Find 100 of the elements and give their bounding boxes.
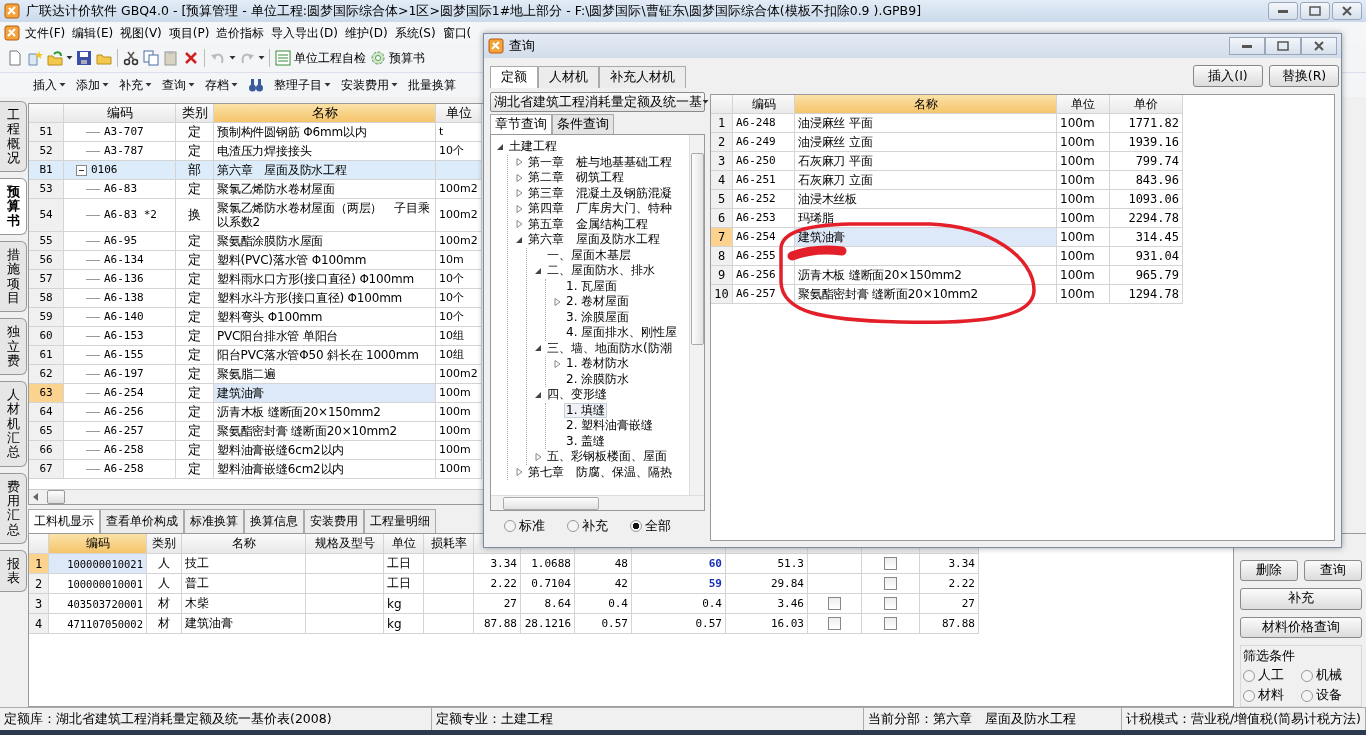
tree-item[interactable]: 4. 屋面排水、刚性屋 — [564, 325, 680, 341]
tree-item[interactable]: 第四章 厂库房大门、特种 — [526, 201, 674, 217]
side-tab[interactable]: 工程概况 — [0, 101, 27, 173]
panel-button[interactable]: 材料价格查询 — [1240, 616, 1362, 638]
table-cell: A6-248 — [733, 114, 795, 133]
column-header[interactable]: 名称 — [795, 95, 1057, 114]
radio-button[interactable]: 补充 — [567, 517, 608, 535]
column-header[interactable]: 编码 — [64, 104, 176, 123]
menu-item[interactable]: 项目(P) — [166, 22, 212, 44]
column-header[interactable]: 单价 — [1110, 95, 1183, 114]
side-tab[interactable]: 人材机汇总 — [0, 381, 27, 467]
column-header[interactable]: 规格及型号 — [306, 534, 384, 554]
menu-item[interactable]: 视图(V) — [118, 22, 164, 44]
tree-item[interactable]: 第一章 桩与地基基础工程 — [526, 154, 674, 170]
column-header[interactable]: 类别 — [176, 104, 214, 123]
tab[interactable]: 定额 — [490, 66, 538, 88]
toolbar-menu[interactable]: 批量换算 — [405, 75, 459, 95]
table-cell: 3.34 — [920, 554, 979, 574]
side-tab[interactable]: 费用汇总 — [0, 472, 27, 544]
delete-button[interactable]: 删除 — [1240, 560, 1298, 581]
tree-item[interactable]: 三、墙、地面防水(防潮 — [545, 340, 674, 356]
side-tab[interactable]: 预算书 — [0, 178, 27, 236]
tree-item[interactable]: 2. 卷材屋面 — [564, 294, 632, 310]
table-cell: 人 — [147, 574, 182, 594]
tree-item[interactable]: 土建工程 — [507, 139, 559, 155]
table-cell: 100m — [1057, 266, 1110, 285]
tab[interactable]: 人材机 — [538, 66, 599, 88]
replace-button[interactable]: 替换(R) — [1269, 65, 1339, 87]
table-cell: 1771.82 — [1110, 114, 1183, 133]
radio-button[interactable]: 人工 — [1243, 667, 1301, 684]
tab[interactable]: 补充人材机 — [599, 66, 686, 88]
table-cell: A6-95 — [104, 234, 138, 248]
toolbar-menu[interactable]: 插入 — [30, 75, 69, 95]
toolbar-button[interactable]: 单位工程自检 — [274, 48, 367, 68]
table-cell: A6-249 — [733, 133, 795, 152]
column-header[interactable]: 损耗率 — [424, 534, 474, 554]
table-cell: 28.1216 — [521, 614, 575, 634]
query-button[interactable]: 查询 — [1304, 560, 1362, 581]
tree-item[interactable]: 1. 填缝 — [564, 402, 608, 418]
tab[interactable]: 安装费用 — [304, 509, 364, 533]
table-cell: 100m2 — [436, 180, 482, 199]
tree-item[interactable]: 一、屋面木基层 — [545, 247, 633, 263]
tree-item[interactable]: 2. 塑料油膏嵌缝 — [564, 418, 656, 434]
radio-button[interactable]: 材料 — [1243, 687, 1301, 704]
tab[interactable]: 工程量明细 — [364, 509, 436, 533]
toolbar-button[interactable]: 预算书 — [369, 48, 426, 68]
column-header[interactable]: 单位 — [384, 534, 424, 554]
radio-button[interactable]: 设备 — [1301, 687, 1359, 704]
radio-button[interactable]: 标准 — [504, 517, 545, 535]
tab[interactable]: 换算信息 — [244, 509, 304, 533]
column-header[interactable]: 名称 — [214, 104, 436, 123]
panel-button[interactable]: 补充 — [1240, 588, 1362, 610]
table-cell: 471107050002 — [49, 614, 147, 634]
menu-item[interactable]: 编辑(E) — [70, 22, 116, 44]
tree-item[interactable]: 1. 卷材防水 — [564, 356, 632, 372]
side-tab[interactable]: 措施项目 — [0, 241, 27, 313]
side-tab[interactable]: 独立费 — [0, 318, 27, 376]
table-cell: 100m — [1057, 228, 1110, 247]
menu-item[interactable]: 文件(F) — [23, 22, 68, 44]
column-header[interactable]: 类别 — [147, 534, 182, 554]
tree-item[interactable]: 3. 盖缝 — [564, 433, 608, 449]
column-header[interactable]: 名称 — [182, 534, 306, 554]
tab[interactable]: 查看单价构成 — [100, 509, 184, 533]
tree-item[interactable]: 四、变形缝 — [545, 387, 609, 403]
tab[interactable]: 章节查询 — [490, 114, 552, 134]
radio-button[interactable]: 全部 — [630, 517, 671, 535]
menu-item[interactable]: 导入导出(D) — [269, 22, 340, 44]
tree-item[interactable]: 2. 涂膜防水 — [564, 371, 632, 387]
table-cell: 定 — [176, 365, 214, 384]
column-header[interactable]: 单位 — [1057, 95, 1110, 114]
toolbar-menu[interactable]: 存档 — [202, 75, 241, 95]
tree-item[interactable]: 第七章 防腐、保温、隔热 — [526, 464, 674, 480]
menu-item[interactable]: 系统(S) — [392, 22, 438, 44]
toolbar-menu[interactable]: 安装费用 — [338, 75, 401, 95]
insert-button[interactable]: 插入(I) — [1193, 65, 1263, 87]
table-cell: 2294.78 — [1110, 209, 1183, 228]
tab[interactable]: 条件查询 — [552, 114, 614, 134]
side-tab[interactable]: 报表 — [0, 549, 27, 593]
tree-item[interactable]: 第三章 混凝土及钢筋混凝 — [526, 185, 674, 201]
tree-item[interactable]: 第二章 砌筑工程 — [526, 170, 626, 186]
toolbar-menu[interactable]: 添加 — [73, 75, 112, 95]
toolbar-menu[interactable]: 补充 — [116, 75, 155, 95]
toolbar-menu[interactable]: 查询 — [159, 75, 198, 95]
column-header[interactable]: 单位 — [436, 104, 482, 123]
table-cell: 定 — [176, 289, 214, 308]
tree-item[interactable]: 3. 涂膜屋面 — [564, 309, 632, 325]
column-header[interactable]: 编码 — [49, 534, 147, 554]
menu-item[interactable]: 维护(D) — [343, 22, 390, 44]
tree-item[interactable]: 第六章 屋面及防水工程 — [526, 232, 662, 248]
tree-item[interactable]: 五、彩钢板楼面、屋面 — [545, 449, 669, 465]
toolbar-menu[interactable]: 整理子目 — [271, 75, 334, 95]
column-header[interactable]: 编码 — [733, 95, 795, 114]
tree-item[interactable]: 1. 瓦屋面 — [564, 278, 620, 294]
tree-item[interactable]: 二、屋面防水、排水 — [545, 263, 657, 279]
menu-item[interactable]: 造价指标 — [214, 22, 267, 44]
menu-item[interactable]: 窗口( — [440, 22, 474, 44]
tab[interactable]: 标准换算 — [184, 509, 244, 533]
radio-button[interactable]: 机械 — [1301, 667, 1359, 684]
tab[interactable]: 工料机显示 — [28, 509, 100, 533]
tree-item[interactable]: 第五章 金属结构工程 — [526, 216, 650, 232]
